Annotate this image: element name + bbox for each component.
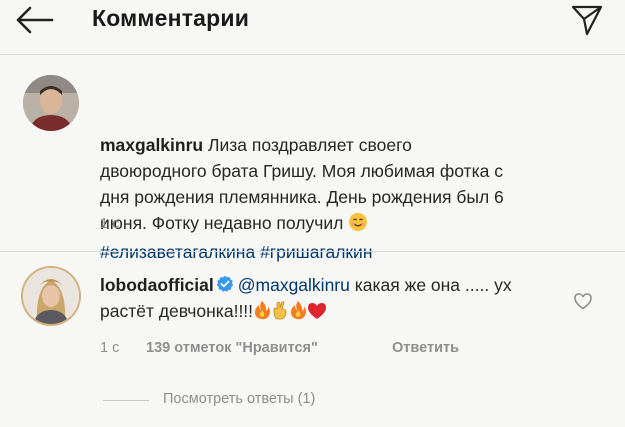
view-replies-button[interactable]: Посмотреть ответы (1) <box>163 391 315 407</box>
fire-emoji-icon <box>253 300 271 327</box>
page-title: Комментарии <box>92 5 250 31</box>
caption-text: maxgalkinru Лиза поздравляет своего двою… <box>100 132 520 265</box>
verified-badge-icon <box>216 275 233 292</box>
comment-timestamp: 1 с <box>100 340 120 356</box>
caption-hashtags[interactable]: #елизаветагалкина #гришагалкин <box>100 242 373 262</box>
comment-username[interactable]: lobodaofficial <box>100 275 214 295</box>
avatar-photo <box>23 268 79 324</box>
reply-label: Ответить <box>392 340 460 356</box>
top-bar: Комментарии <box>0 0 625 40</box>
caption-timestamp: 1 с <box>100 216 120 232</box>
comment-mention[interactable]: @maxgalkinru <box>238 275 350 295</box>
smiling-face-emoji-icon <box>348 212 368 239</box>
caption-divider <box>0 251 625 252</box>
crossed-fingers-emoji-icon <box>271 300 289 327</box>
arrow-left-icon[interactable] <box>14 6 54 34</box>
comment-likes-count[interactable]: 139 отметок "Нравится" <box>146 340 318 356</box>
reply-button[interactable]: Ответить <box>392 340 459 356</box>
avatar[interactable] <box>23 268 79 324</box>
likes-label: 139 отметок "Нравится" <box>146 340 318 356</box>
replies-line <box>103 400 149 401</box>
caption-username[interactable]: maxgalkinru <box>100 135 203 155</box>
paper-plane-icon[interactable] <box>570 4 604 36</box>
fire-emoji-icon <box>289 300 307 327</box>
heart-outline-icon[interactable] <box>573 292 593 310</box>
red-heart-emoji-icon <box>307 301 327 327</box>
comment-text: lobodaofficial @maxgalkinru какая же она … <box>100 272 530 327</box>
